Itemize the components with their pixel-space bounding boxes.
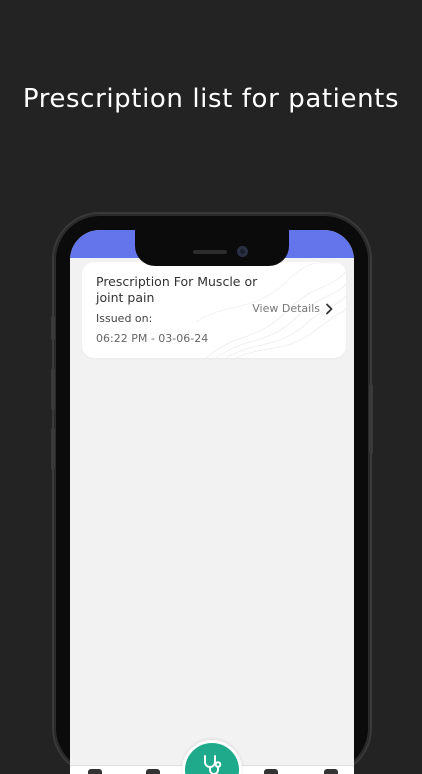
consult-fab-button[interactable] <box>182 740 242 774</box>
phone-speaker <box>193 250 227 254</box>
view-details-label: View Details <box>252 302 320 315</box>
front-camera <box>237 246 248 257</box>
stethoscope-icon <box>204 755 222 774</box>
phone-side-button-power <box>369 384 373 454</box>
phone-side-button-mute <box>51 316 55 340</box>
nav-home-icon[interactable] <box>88 769 102 774</box>
view-details-button[interactable]: View Details <box>252 302 334 315</box>
chevron-right-icon <box>326 303 333 314</box>
phone-side-button-volume-down <box>51 428 55 470</box>
app-screen: Prescription For Muscle or joint pain Is… <box>70 230 354 774</box>
phone-frame: Prescription For Muscle or joint pain Is… <box>51 214 373 774</box>
issued-label: Issued on: <box>96 312 153 325</box>
nav-profile-icon[interactable] <box>324 769 338 774</box>
prescription-card[interactable]: Prescription For Muscle or joint pain Is… <box>82 262 346 358</box>
phone-notch <box>135 230 289 266</box>
nav-messages-icon[interactable] <box>264 769 278 774</box>
phone-side-button-volume-up <box>51 368 55 410</box>
headline: Prescription list for patients <box>22 84 400 114</box>
prescription-title: Prescription For Muscle or joint pain <box>96 274 258 305</box>
issued-value: 06:22 PM - 03-06-24 <box>96 332 209 345</box>
nav-history-icon[interactable] <box>146 769 160 774</box>
